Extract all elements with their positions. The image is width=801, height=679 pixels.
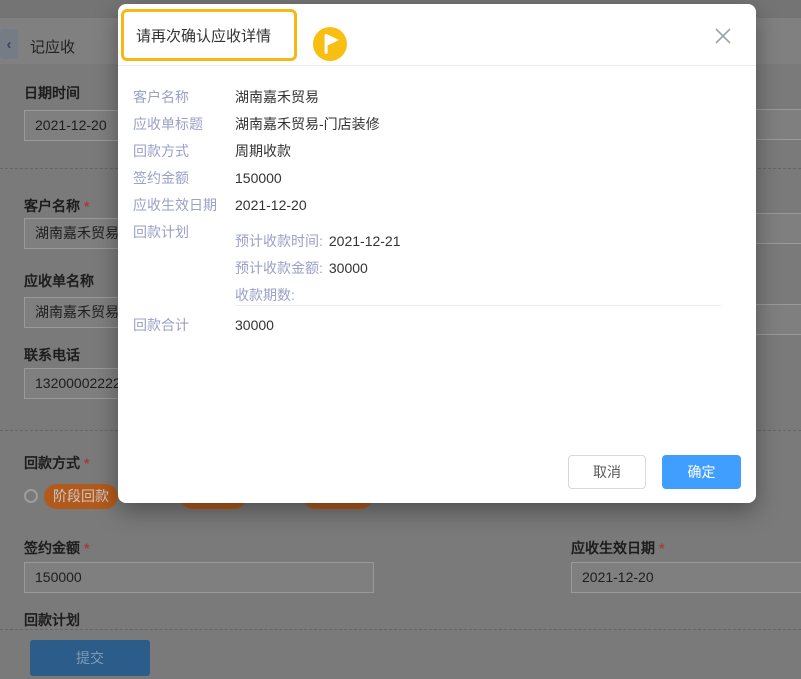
contract-amount-label: 签约金额* [24,538,89,558]
row-label: 应收单标题 [133,111,203,138]
back-button[interactable]: ‹ [0,29,18,59]
date-label: 日期时间 [24,83,80,103]
row-label: 应收生效日期 [133,192,217,219]
total-value: 30000 [235,312,274,339]
row-label: 客户名称 [133,84,189,111]
radio-icon[interactable] [24,489,38,503]
payment-method-label: 回款方式* [24,453,89,473]
plan-line: 预计收款时间:2021-12-21 [235,228,401,255]
close-icon[interactable] [709,22,737,50]
required-asterisk: * [659,540,664,556]
row-value: 湖南嘉禾贸易-门店装修 [235,111,380,138]
payment-option-pill[interactable]: 阶段回款 [44,484,118,509]
modal-title-highlight-box: 请再次确认应收详情 [121,9,297,61]
submit-button[interactable]: 提交 [30,640,150,676]
cancel-button[interactable]: 取消 [568,455,646,489]
total-label: 回款合计 [133,312,189,339]
confirm-button[interactable]: 确定 [662,455,741,489]
effective-date-input[interactable]: 2021-12-20 [571,562,801,593]
row-value: 150000 [235,165,282,192]
required-asterisk: * [84,198,89,214]
row-value: 2021-12-20 [235,192,307,219]
modal-header: 请再次确认应收详情 [118,4,756,66]
payment-plan-label: 回款计划 [24,610,80,630]
modal-title: 请再次确认应收详情 [136,25,271,46]
row-label: 签约金额 [133,165,189,192]
effective-date-label: 应收生效日期* [571,538,664,558]
customer-label: 客户名称* [24,196,89,216]
required-asterisk: * [84,455,89,471]
contract-amount-input[interactable]: 150000 [24,562,374,593]
plan-label: 回款计划 [133,219,189,246]
plan-divider [235,305,721,306]
confirm-receivable-modal: 请再次确认应收详情 客户名称 湖南嘉禾贸易 应收单标题 [118,4,756,503]
flag-icon [312,26,348,62]
plan-line: 预计收款金额:30000 [235,255,368,282]
divider-dashed [0,629,801,630]
page-title: 记应收 [30,36,75,57]
receivable-name-label: 应收单名称 [24,271,94,291]
screen: ‹ 记应收 日期时间 2021-12-20 客户名称* 湖南嘉禾贸易 应收单名称… [0,0,801,679]
row-value: 湖南嘉禾贸易 [235,84,319,111]
required-asterisk: * [84,540,89,556]
chevron-left-icon: ‹ [7,36,12,53]
phone-label: 联系电话 [24,345,80,365]
row-value: 周期收款 [235,138,291,165]
row-label: 回款方式 [133,138,189,165]
